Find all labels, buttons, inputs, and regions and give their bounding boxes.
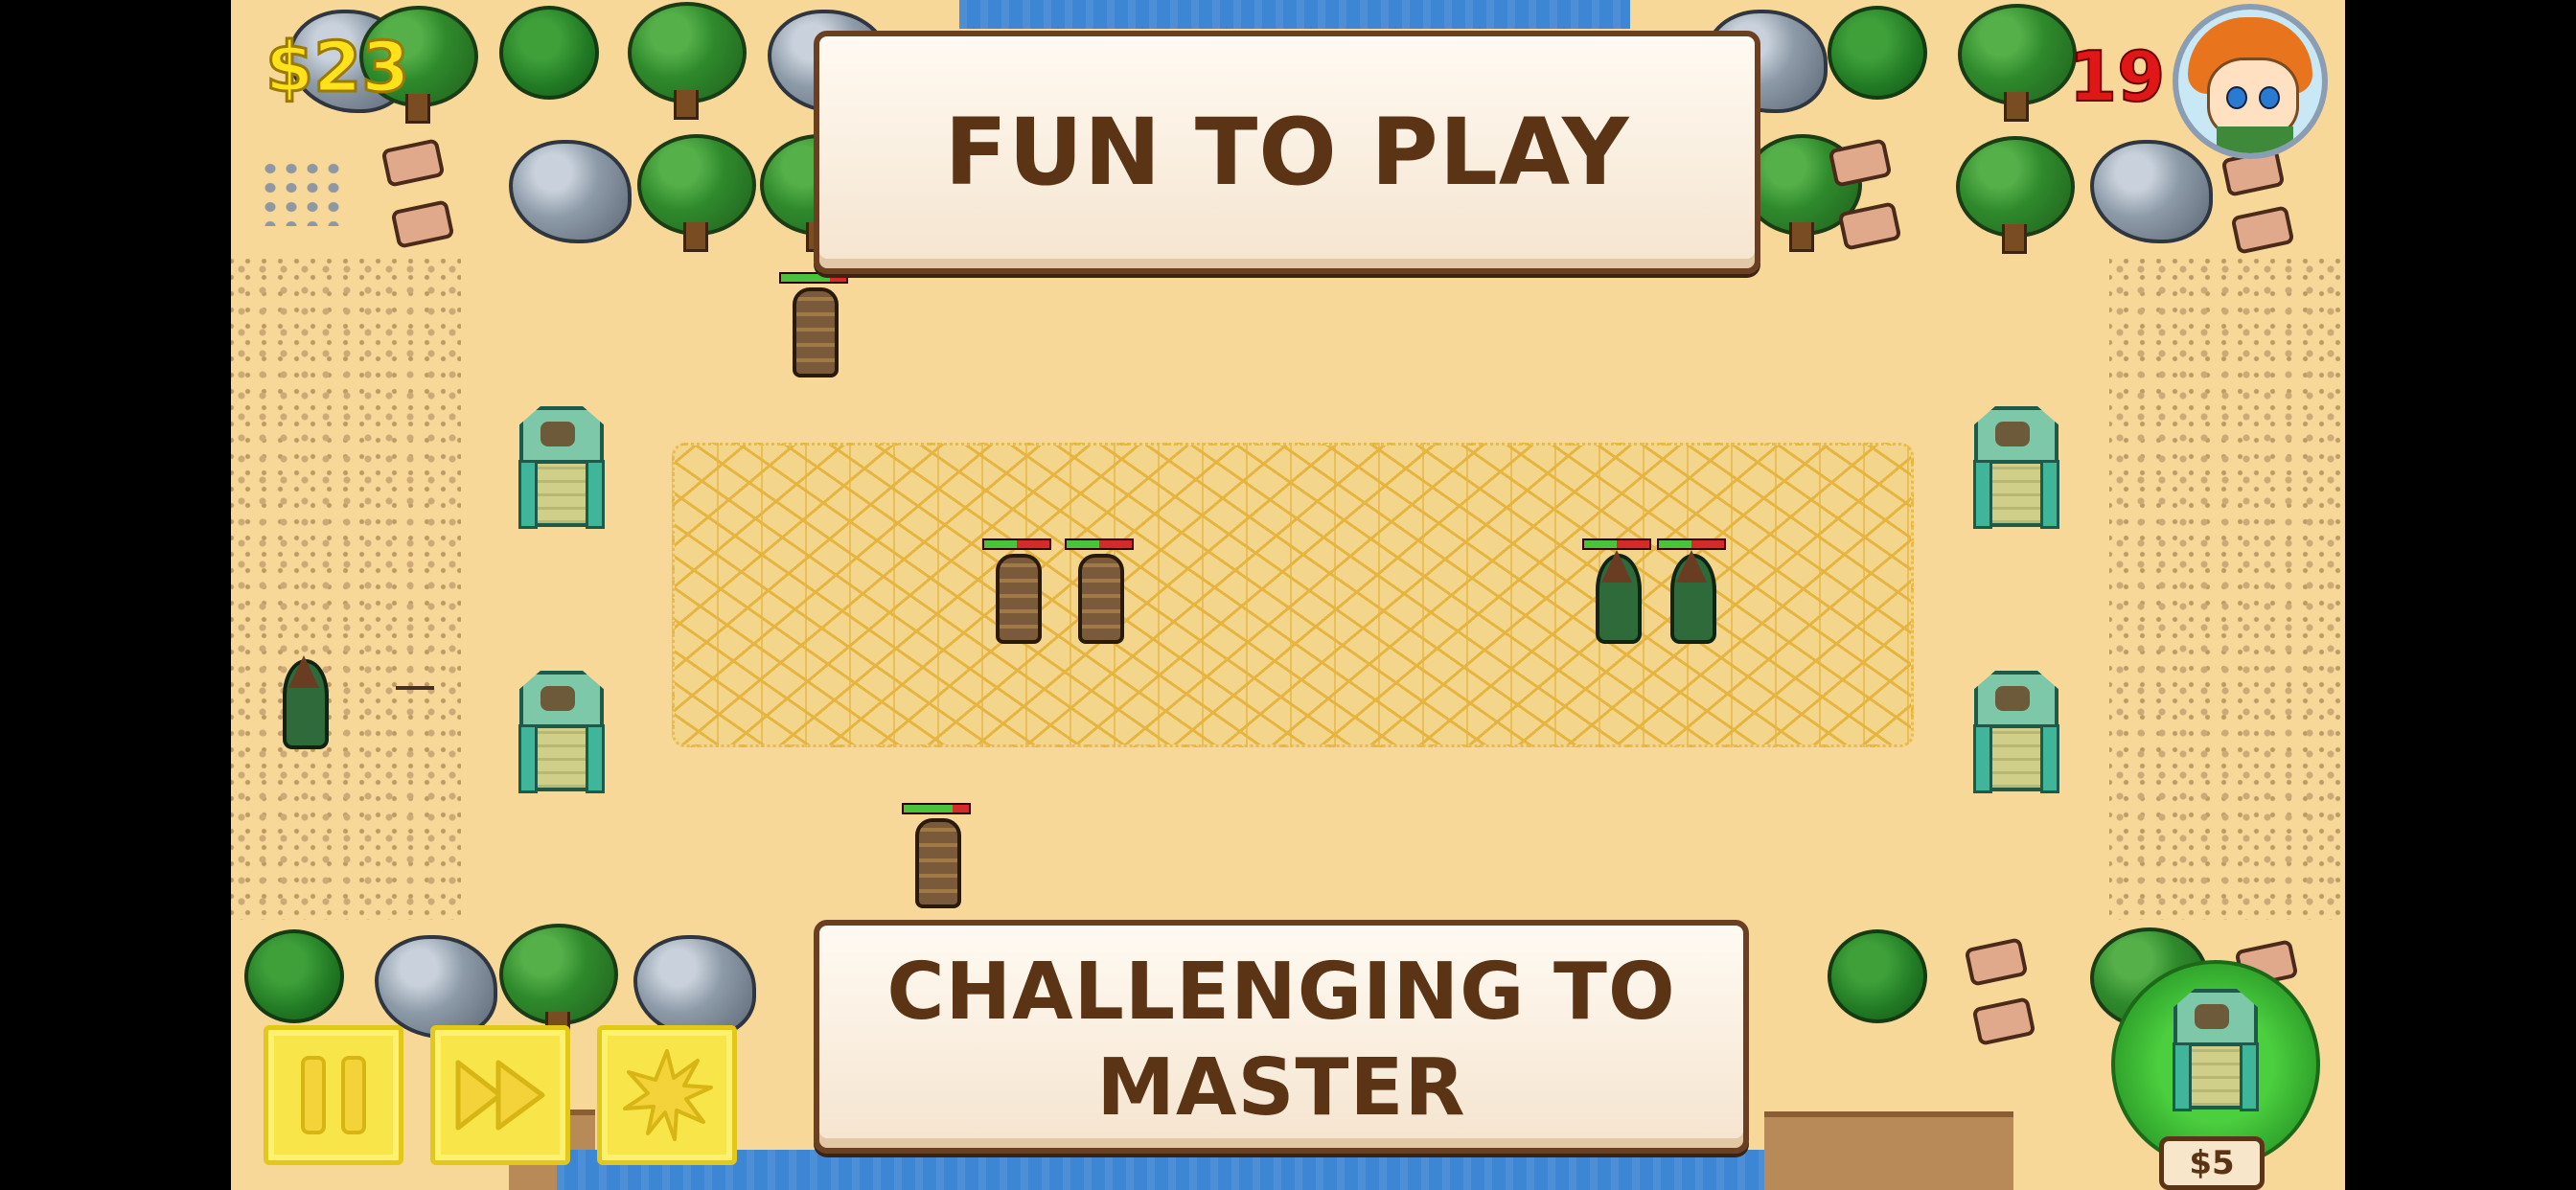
fast-forward-button[interactable] — [430, 1025, 570, 1165]
brick — [1971, 996, 2036, 1046]
tree — [1954, 4, 2077, 123]
health-bar — [1582, 538, 1651, 550]
tree — [633, 134, 756, 253]
promo-banner-top: FUN TO PLAY — [814, 31, 1760, 274]
tree — [624, 2, 747, 121]
banner-top-text: FUN TO PLAY — [944, 99, 1630, 206]
ally-soldier[interactable] — [1582, 538, 1651, 644]
brick — [390, 199, 455, 249]
rock — [633, 935, 756, 1039]
bush — [244, 929, 344, 1023]
bush — [1828, 6, 1927, 100]
tower[interactable] — [517, 406, 605, 529]
bush — [1828, 929, 1927, 1023]
lives-counter: 19 — [2068, 35, 2166, 118]
tower[interactable] — [1971, 406, 2059, 529]
brick — [1964, 937, 2029, 987]
pause-button[interactable] — [264, 1025, 403, 1165]
tower-price: $5 — [2159, 1136, 2265, 1190]
tower-icon — [2171, 989, 2259, 1111]
rock — [375, 935, 497, 1039]
arrow-projectile — [396, 686, 434, 690]
enemy-unit[interactable] — [779, 272, 848, 378]
hero-portrait[interactable] — [2173, 4, 2328, 159]
tower[interactable] — [517, 671, 605, 793]
pebbles — [260, 159, 346, 226]
banner-bottom-line1: CHALLENGING TO — [886, 947, 1676, 1038]
tower[interactable] — [1971, 671, 2059, 793]
health-bar — [982, 538, 1051, 550]
sun-burst-icon — [623, 1049, 713, 1141]
money-counter: $23 — [264, 26, 410, 109]
bush — [499, 6, 599, 100]
tree — [1952, 136, 2075, 255]
cliff-bottom-right — [1764, 1111, 2013, 1190]
pause-icon — [301, 1056, 366, 1134]
rock — [509, 140, 632, 243]
buy-tower-button[interactable]: $5 — [2111, 960, 2320, 1190]
gravel-left — [231, 259, 461, 920]
enemy-unit[interactable] — [902, 803, 971, 908]
health-bar — [1065, 538, 1134, 550]
health-bar — [902, 803, 971, 814]
brick — [380, 138, 446, 188]
cracked-ground — [672, 443, 1914, 747]
ally-soldier[interactable] — [1657, 538, 1726, 644]
archer-unit[interactable] — [275, 644, 329, 749]
banner-bottom-line2: MASTER — [1096, 1042, 1466, 1133]
enemy-unit[interactable] — [982, 538, 1051, 644]
enemy-unit[interactable] — [1065, 538, 1134, 644]
special-ability-button[interactable] — [597, 1025, 737, 1165]
brick — [2230, 205, 2295, 255]
river-top — [959, 0, 1630, 29]
rock — [2090, 140, 2213, 243]
gravel-right — [2109, 259, 2345, 920]
health-bar — [1657, 538, 1726, 550]
promo-banner-bottom: CHALLENGING TO MASTER — [814, 920, 1749, 1154]
fast-forward-icon — [455, 1060, 545, 1131]
game-board[interactable]: $23 19 FUN TO PLAY CHALLENGING TO MASTER — [231, 0, 2345, 1190]
